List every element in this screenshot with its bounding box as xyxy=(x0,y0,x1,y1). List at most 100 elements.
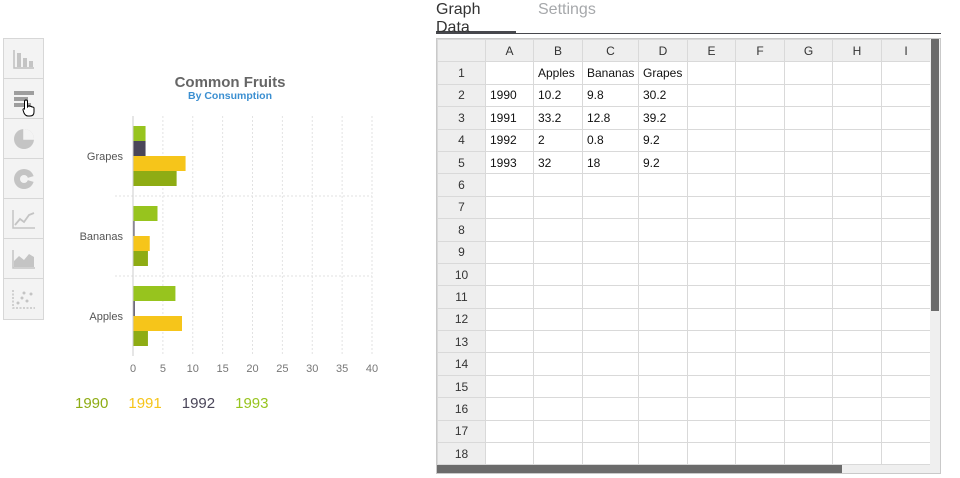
grid-cell[interactable] xyxy=(784,307,833,332)
grid-cell[interactable] xyxy=(485,262,534,287)
grid-cell[interactable] xyxy=(582,397,639,421)
legend-item-1992[interactable]: 1992 xyxy=(182,395,215,412)
grid-cell[interactable] xyxy=(881,352,931,376)
grid-cell[interactable] xyxy=(533,419,583,444)
grid-cell[interactable] xyxy=(582,442,639,466)
grid-cell[interactable] xyxy=(485,419,534,444)
grid-cell[interactable]: 1992 xyxy=(485,128,534,152)
grid-cell[interactable]: 9.2 xyxy=(638,150,688,175)
grid-cell[interactable] xyxy=(832,262,882,287)
grid-cell[interactable] xyxy=(784,419,833,444)
grid-cell[interactable] xyxy=(687,374,736,399)
row-header[interactable]: 17 xyxy=(437,419,486,444)
grid-cell[interactable] xyxy=(832,374,882,399)
donut-chart-button[interactable] xyxy=(4,159,43,199)
grid-cell[interactable] xyxy=(687,83,736,108)
legend-item-1991[interactable]: 1991 xyxy=(128,395,161,412)
grid-cell[interactable] xyxy=(638,374,688,399)
horizontal-scrollbar-thumb[interactable] xyxy=(437,465,842,473)
bar-chart-button[interactable] xyxy=(4,39,43,79)
scatter-chart-button[interactable] xyxy=(4,279,43,319)
grid-cell[interactable] xyxy=(533,330,583,354)
grid-cell[interactable] xyxy=(832,83,882,108)
grid-cell[interactable] xyxy=(687,150,736,175)
grid-cell[interactable] xyxy=(687,61,736,85)
grid-cell[interactable] xyxy=(735,240,785,264)
row-header[interactable]: 11 xyxy=(437,285,486,309)
grid-cell[interactable]: 1990 xyxy=(485,83,534,108)
row-header[interactable]: 8 xyxy=(437,218,486,242)
grid-cell[interactable] xyxy=(638,352,688,376)
grid-cell[interactable]: 18 xyxy=(582,150,639,175)
grid-cell[interactable] xyxy=(638,419,688,444)
grid-cell[interactable] xyxy=(832,240,882,264)
grid-cell[interactable] xyxy=(533,352,583,376)
grid-cell[interactable] xyxy=(485,285,534,309)
column-header[interactable]: G xyxy=(784,39,833,63)
grid-cell[interactable] xyxy=(784,352,833,376)
grid-cell[interactable] xyxy=(533,173,583,197)
grid-cell[interactable] xyxy=(687,285,736,309)
grid-cell[interactable] xyxy=(485,240,534,264)
grid-cell[interactable] xyxy=(582,285,639,309)
grid-cell[interactable]: 0.8 xyxy=(582,128,639,152)
column-header[interactable]: A xyxy=(485,39,534,63)
grid-cell[interactable] xyxy=(881,240,931,264)
row-header[interactable]: 6 xyxy=(437,173,486,197)
grid-cell[interactable] xyxy=(881,419,931,444)
area-chart-button[interactable] xyxy=(4,239,43,279)
grid-cell[interactable] xyxy=(687,330,736,354)
grid-cell[interactable]: 1993 xyxy=(485,150,534,175)
grid-cell[interactable] xyxy=(533,195,583,220)
grid-cell[interactable] xyxy=(533,374,583,399)
grid-cell[interactable] xyxy=(784,330,833,354)
grid-cell[interactable] xyxy=(735,352,785,376)
grid-cell[interactable] xyxy=(881,285,931,309)
grid-cell[interactable] xyxy=(687,106,736,130)
grid-cell[interactable] xyxy=(485,374,534,399)
grid-cell[interactable] xyxy=(881,106,931,130)
grid-cell[interactable] xyxy=(735,330,785,354)
grid-cell[interactable] xyxy=(485,218,534,242)
grid-cell[interactable] xyxy=(832,128,882,152)
grid-cell[interactable] xyxy=(881,218,931,242)
grid-cell[interactable]: Apples xyxy=(533,61,583,85)
grid-cell[interactable] xyxy=(638,307,688,332)
vertical-scrollbar-thumb[interactable] xyxy=(931,39,939,311)
grid-cell[interactable] xyxy=(735,285,785,309)
grid-cell[interactable] xyxy=(832,419,882,444)
grid-cell[interactable] xyxy=(832,150,882,175)
grid-cell[interactable] xyxy=(638,218,688,242)
grid-cell[interactable] xyxy=(485,61,534,85)
grid-cell[interactable] xyxy=(485,397,534,421)
grid-cell[interactable] xyxy=(533,240,583,264)
grid-cell[interactable] xyxy=(784,83,833,108)
grid-cell[interactable] xyxy=(784,285,833,309)
grid-cell[interactable] xyxy=(687,218,736,242)
row-header[interactable]: 18 xyxy=(437,442,486,466)
grid-cell[interactable] xyxy=(582,218,639,242)
grid-cell[interactable] xyxy=(582,330,639,354)
grid-cell[interactable] xyxy=(881,397,931,421)
grid-cell[interactable] xyxy=(687,419,736,444)
grid-cell[interactable] xyxy=(533,218,583,242)
grid-cell[interactable] xyxy=(735,307,785,332)
row-header[interactable]: 7 xyxy=(437,195,486,220)
grid-cell[interactable] xyxy=(638,285,688,309)
grid-cell[interactable] xyxy=(784,240,833,264)
grid-cell[interactable] xyxy=(784,128,833,152)
grid-cell[interactable] xyxy=(533,442,583,466)
grid-cell[interactable] xyxy=(784,173,833,197)
grid-cell[interactable]: 2 xyxy=(533,128,583,152)
grid-cell[interactable] xyxy=(881,374,931,399)
grid-cell[interactable] xyxy=(735,150,785,175)
grid-cell[interactable] xyxy=(687,173,736,197)
grid-cell[interactable] xyxy=(881,195,931,220)
grid-cell[interactable] xyxy=(533,262,583,287)
grid-cell[interactable] xyxy=(687,195,736,220)
row-header[interactable]: 14 xyxy=(437,352,486,376)
grid-cell[interactable] xyxy=(735,106,785,130)
grid-cell[interactable] xyxy=(638,195,688,220)
grid-cell[interactable] xyxy=(735,419,785,444)
grid-cell[interactable]: Grapes xyxy=(638,61,688,85)
